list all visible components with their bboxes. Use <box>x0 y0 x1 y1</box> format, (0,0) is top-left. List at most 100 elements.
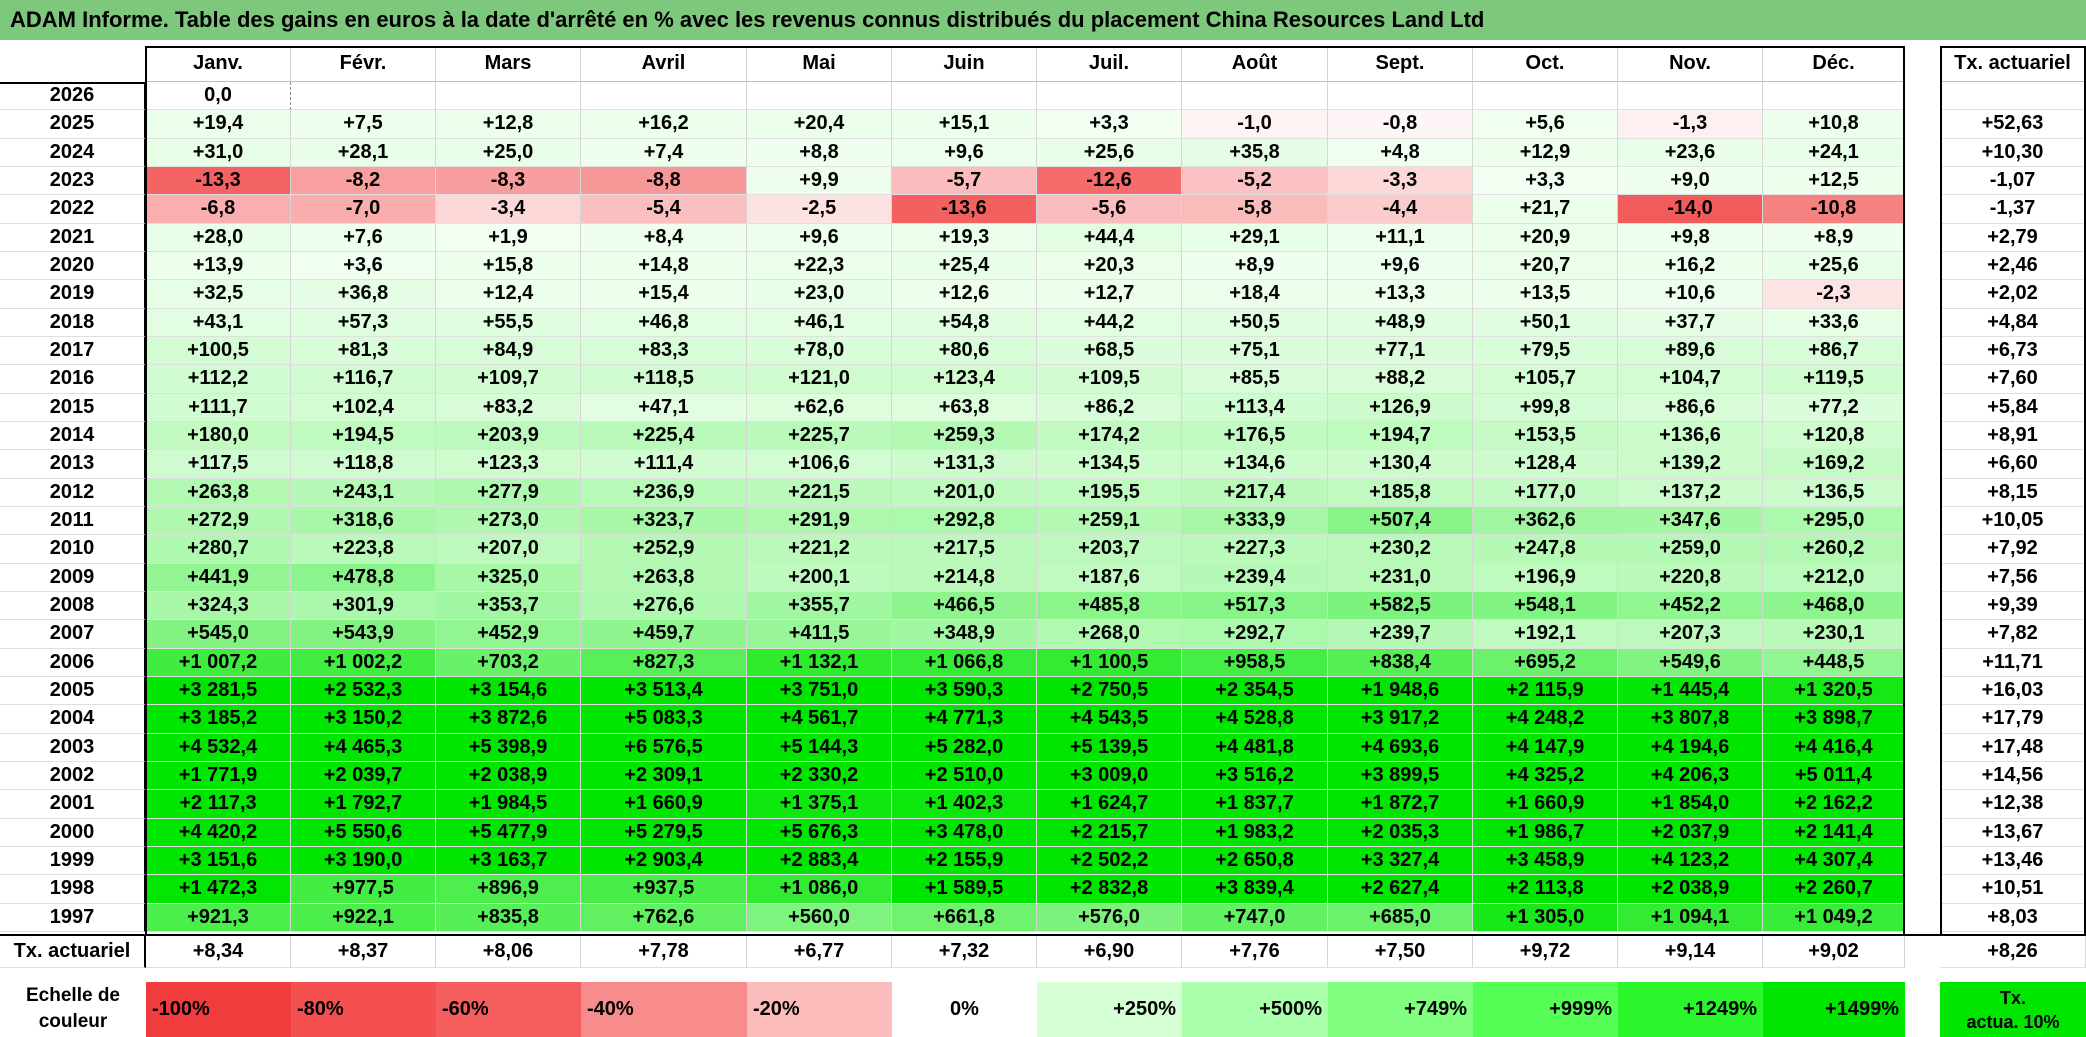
table-cell: +1 792,7 <box>291 790 436 819</box>
table-cell: +123,3 <box>436 450 581 479</box>
table-cell: +268,0 <box>1037 620 1182 649</box>
table-cell: +35,8 <box>1182 138 1328 167</box>
color-scale-tx-line2: actua. 10% <box>1966 1012 2060 1032</box>
month-header: Juin <box>892 46 1037 82</box>
table-cell: -5,7 <box>892 166 1037 196</box>
table-cell: +89,6 <box>1618 336 1763 366</box>
table-cell: +194,7 <box>1328 421 1473 451</box>
table-cell: +4 206,3 <box>1618 761 1763 791</box>
table-cell: +15,4 <box>581 280 747 309</box>
table-cell: +15,1 <box>892 110 1037 139</box>
table-cell: +63,8 <box>892 393 1037 422</box>
table-cell: +106,6 <box>747 450 892 479</box>
table-cell: +68,5 <box>1037 336 1182 366</box>
table-cell: +13,3 <box>1328 280 1473 309</box>
table-cell: +83,3 <box>581 336 747 366</box>
table-cell: +8,9 <box>1182 251 1328 281</box>
table-cell: +2 215,7 <box>1037 818 1182 847</box>
table-cell: +117,5 <box>146 450 291 479</box>
table-cell: +113,4 <box>1182 393 1328 422</box>
scale-swatch: -80% <box>291 982 436 1037</box>
table-cell: +5 083,3 <box>581 705 747 734</box>
table-cell: +227,3 <box>1182 535 1328 564</box>
table-cell: +355,7 <box>747 591 892 621</box>
table-cell: +459,7 <box>581 620 747 649</box>
table-cell: +44,4 <box>1037 223 1182 252</box>
table-cell: +292,8 <box>892 506 1037 536</box>
table-cell: +77,2 <box>1763 393 1905 422</box>
table-cell: +747,0 <box>1182 903 1328 932</box>
table-cell: +81,3 <box>291 336 436 366</box>
table-cell: +5 139,5 <box>1037 733 1182 762</box>
table-cell: -7,0 <box>291 195 436 224</box>
table-cell: +2 750,5 <box>1037 676 1182 706</box>
tx-cell: +17,79 <box>1940 705 2086 734</box>
table-cell: +5 282,0 <box>892 733 1037 762</box>
year-label: 2012 <box>0 478 146 507</box>
table-cell: +273,0 <box>436 506 581 536</box>
table-cell: +762,6 <box>581 903 747 932</box>
table-cell: +922,1 <box>291 903 436 932</box>
table-cell: +86,7 <box>1763 336 1905 366</box>
tx-cell: +4,84 <box>1940 308 2086 337</box>
table-cell: +128,4 <box>1473 450 1618 479</box>
table-cell: +2 832,8 <box>1037 875 1182 904</box>
year-label: 1999 <box>0 846 146 876</box>
footer-label: Tx. actuariel <box>0 936 146 968</box>
table-cell: +20,7 <box>1473 251 1618 281</box>
table-cell: +4 123,2 <box>1618 846 1763 876</box>
table-cell: +12,7 <box>1037 280 1182 309</box>
table-cell: +77,1 <box>1328 336 1473 366</box>
table-cell: +196,9 <box>1473 563 1618 592</box>
table-cell: +3,3 <box>1473 166 1618 196</box>
table-cell: +5 550,6 <box>291 818 436 847</box>
table-cell: +86,6 <box>1618 393 1763 422</box>
table-cell: +937,5 <box>581 875 747 904</box>
table-cell: +517,3 <box>1182 591 1328 621</box>
table-cell: +200,1 <box>747 563 892 592</box>
year-label: 1998 <box>0 875 146 904</box>
table-cell: +100,5 <box>146 336 291 366</box>
table-cell: -5,2 <box>1182 166 1328 196</box>
table-cell: +1 007,2 <box>146 648 291 677</box>
table-cell: +203,7 <box>1037 535 1182 564</box>
table-cell: -0,8 <box>1328 110 1473 139</box>
table-cell: +28,1 <box>291 138 436 167</box>
table-cell: +13,9 <box>146 251 291 281</box>
month-header: Mars <box>436 46 581 82</box>
color-scale-label-line2: couleur <box>38 1011 108 1032</box>
year-label: 2022 <box>0 195 146 224</box>
table-cell: +136,6 <box>1618 421 1763 451</box>
table-cell: +83,2 <box>436 393 581 422</box>
table-cell: +5,6 <box>1473 110 1618 139</box>
table-cell: +9,6 <box>747 223 892 252</box>
table-cell: -3,3 <box>1328 166 1473 196</box>
table-cell: +15,8 <box>436 251 581 281</box>
table-cell: +276,6 <box>581 591 747 621</box>
table-cell: -8,2 <box>291 166 436 196</box>
table-cell: +252,9 <box>581 535 747 564</box>
table-cell: +1 624,7 <box>1037 790 1182 819</box>
table-cell: +448,5 <box>1763 648 1905 677</box>
table-cell: +1 402,3 <box>892 790 1037 819</box>
table-cell: +7,6 <box>291 223 436 252</box>
tx-cell: +7,56 <box>1940 563 2086 592</box>
table-cell: +2 035,3 <box>1328 818 1473 847</box>
table-cell: +3 185,2 <box>146 705 291 734</box>
table-cell: +576,0 <box>1037 903 1182 932</box>
year-label: 2021 <box>0 223 146 252</box>
table-cell: +174,2 <box>1037 421 1182 451</box>
tx-cell: +10,05 <box>1940 506 2086 536</box>
table-cell: +325,0 <box>436 563 581 592</box>
table-cell: +263,8 <box>581 563 747 592</box>
table-cell: +118,8 <box>291 450 436 479</box>
table-cell: +20,4 <box>747 110 892 139</box>
tx-cell: +8,03 <box>1940 903 2086 932</box>
year-label: 2010 <box>0 535 146 564</box>
table-cell: +247,8 <box>1473 535 1618 564</box>
table-cell: +582,5 <box>1328 591 1473 621</box>
table-cell: +301,9 <box>291 591 436 621</box>
table-cell: -14,0 <box>1618 195 1763 224</box>
table-cell: +9,6 <box>892 138 1037 167</box>
table-cell: +1 472,3 <box>146 875 291 904</box>
